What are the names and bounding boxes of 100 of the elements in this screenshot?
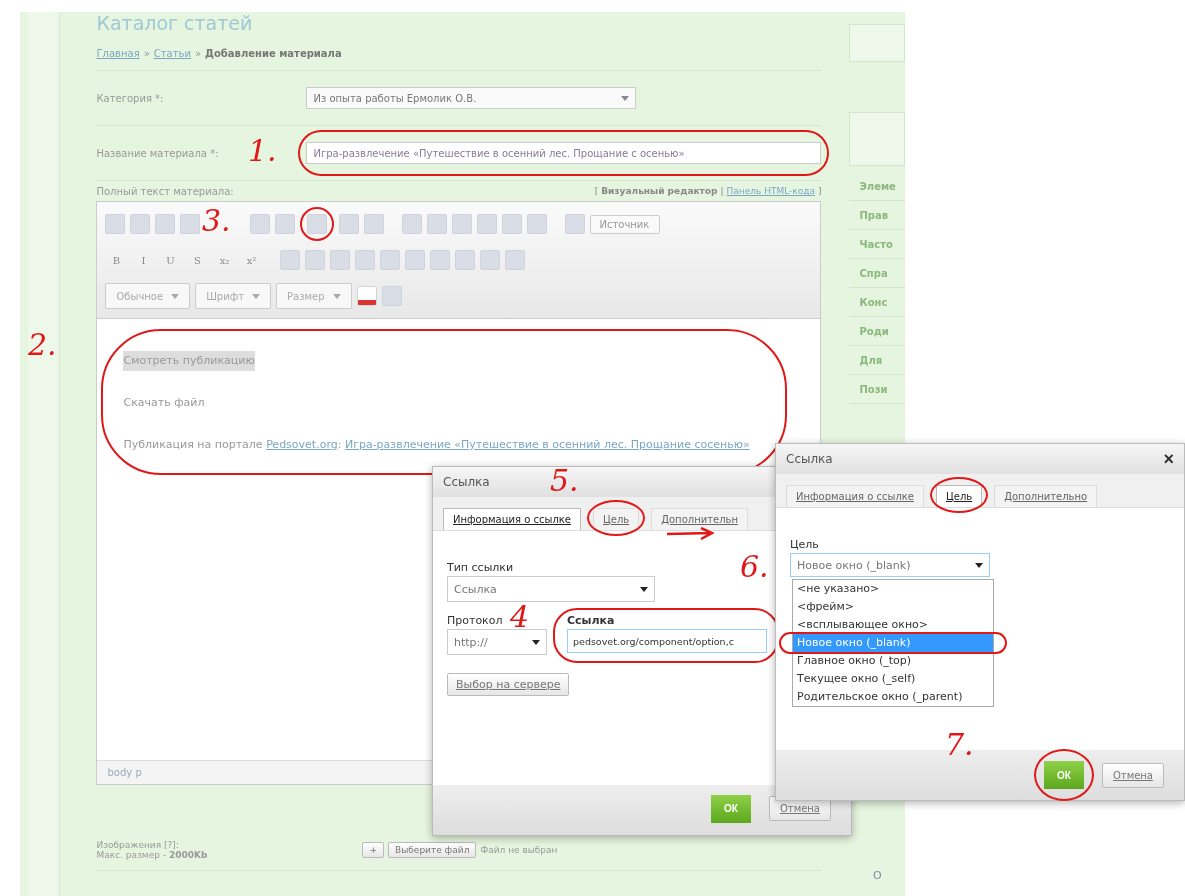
field-label: Тип ссылки (447, 561, 514, 574)
sidebar-link[interactable]: Для (849, 346, 905, 375)
toolbar-icon[interactable] (330, 250, 351, 270)
annotation-number: 6. (740, 552, 769, 582)
dropdown-option[interactable]: <всплывающее окно> (793, 616, 993, 634)
content-link[interactable]: осенью» (700, 435, 750, 455)
toolbar-icon[interactable] (339, 214, 360, 234)
link-type-select[interactable]: Ссылка (447, 576, 655, 602)
field-label: Цель (790, 538, 819, 551)
background-color-icon[interactable] (381, 286, 402, 306)
annotation-number: 3. (202, 206, 231, 236)
toolbar-icon[interactable] (452, 214, 473, 234)
toolbar-icon[interactable] (180, 214, 201, 234)
browse-server-button[interactable]: Выбор на сервере (447, 673, 570, 696)
toolbar-icon[interactable] (364, 214, 385, 234)
sidebar-link[interactable]: Элеме (849, 172, 905, 201)
dialog-tab[interactable]: Дополнительно (994, 485, 1098, 507)
toolbar-icon[interactable] (250, 214, 271, 234)
sidebar-link[interactable]: Роди (849, 317, 905, 346)
target-select[interactable]: Новое окно (_blank) (790, 553, 990, 577)
breadcrumb-current: Добавление материала (205, 48, 342, 59)
format-button[interactable]: x² (240, 249, 263, 271)
toolbar-icon[interactable] (305, 250, 326, 270)
cancel-button[interactable]: Отмена (1101, 762, 1164, 788)
category-select[interactable]: Из опыта работы Ермолик О.В. (306, 87, 637, 109)
annotation-loop (930, 477, 989, 513)
toolbar-icon[interactable] (280, 250, 301, 270)
text-color-icon[interactable] (356, 286, 377, 306)
content-link[interactable]: Pedsovet.org (266, 435, 338, 455)
style-dropdown[interactable]: Обычное (105, 283, 191, 309)
toolbar-icon[interactable] (430, 250, 451, 270)
toolbar-icon[interactable] (105, 214, 126, 234)
toolbar-icon[interactable] (480, 250, 501, 270)
format-button[interactable]: S (186, 249, 209, 271)
add-button[interactable]: + (362, 842, 384, 858)
source-button[interactable]: Источник (590, 214, 661, 234)
link-icon[interactable] (307, 214, 328, 234)
name-input[interactable]: Игра-развлечение «Путешествие в осенний лес. Прощание с осенью» (306, 142, 822, 164)
format-button[interactable]: I (132, 249, 155, 271)
category-label: Категория *: (96, 92, 164, 104)
toolbar-icon[interactable] (405, 250, 426, 270)
toolbar-icon[interactable] (130, 214, 151, 234)
breadcrumb-link[interactable]: Статьи (153, 48, 191, 59)
dropdown-option[interactable]: Главное окно (_top) (793, 652, 993, 670)
name-label: Название материала *: (96, 147, 219, 159)
sidebar-link[interactable]: Пози (849, 375, 905, 404)
toolbar-icon[interactable] (527, 214, 548, 234)
dialog-title: Ссылка (786, 452, 833, 466)
dropdown-option[interactable]: Родительское окно (_parent) (793, 688, 993, 706)
format-button[interactable]: B (105, 249, 128, 271)
sidebar-link[interactable]: Конс (849, 288, 905, 317)
divider-text: | (720, 186, 724, 196)
toolbar-icon[interactable] (380, 250, 401, 270)
annotation-number: 2. (28, 330, 57, 360)
dropdown-option[interactable]: Новое окно (_blank) (793, 634, 993, 652)
toolbar-icon[interactable] (355, 250, 376, 270)
sidebar-link[interactable]: Спра (849, 259, 905, 288)
maximize-icon[interactable] (565, 214, 586, 234)
toolbar-icon[interactable] (502, 214, 523, 234)
html-panel-link[interactable]: Панель HTML-кода (726, 186, 815, 196)
sidebar-heading: О (871, 869, 883, 882)
toolbar-icon[interactable] (427, 214, 448, 234)
dialog-title: Ссылка (443, 475, 490, 489)
toolbar-icon[interactable] (402, 214, 423, 234)
dialog-tab[interactable]: Информация о ссылке (786, 485, 924, 507)
toolbar-icon[interactable] (477, 214, 498, 234)
breadcrumb-link[interactable]: Главная (96, 48, 140, 59)
dialog-tab[interactable]: Цель (593, 508, 640, 530)
dialog-tab[interactable]: Дополнительн (651, 508, 748, 530)
toolbar-icon[interactable] (275, 214, 296, 234)
dropdown-option[interactable]: Текущее окно (_self) (793, 670, 993, 688)
toolbar-icon[interactable] (155, 214, 176, 234)
protocol-select[interactable]: http:// (447, 629, 547, 655)
style-dropdown[interactable]: Шрифт (195, 283, 272, 309)
sidebar-link[interactable]: Прав (849, 201, 905, 230)
sidebar-link[interactable]: Часто (849, 230, 905, 259)
bracket-text: ] (817, 186, 822, 196)
editor-paragraph: Смотреть публикацию (123, 351, 255, 371)
bracket-text: [ (594, 186, 599, 196)
url-input[interactable]: pedsovet.org/component/option,c (567, 629, 767, 653)
editor-paragraph: Скачать файл (123, 395, 206, 411)
caret-icon (621, 95, 630, 101)
toolbar-icon[interactable] (505, 250, 526, 270)
dropdown-option[interactable]: <не указано> (793, 580, 993, 598)
annotation-number: 7. (945, 730, 974, 760)
format-button[interactable]: x₂ (213, 249, 236, 271)
style-dropdown[interactable]: Размер (276, 283, 352, 309)
size-limit-text: Макс. размер - 2000Kb (96, 850, 209, 860)
close-button[interactable]: × (1163, 448, 1174, 470)
ok-button[interactable]: ОК (1043, 761, 1084, 789)
content-link[interactable]: Игра-развлечение «Путешествие в осенний лес. Прощание с (344, 435, 701, 455)
dialog-tab[interactable]: Информация о ссылке (443, 508, 581, 530)
dialog-tab[interactable]: Цель (936, 485, 983, 507)
format-button[interactable]: U (159, 249, 182, 271)
editor-mode-current: Визуальный редактор (601, 186, 718, 196)
dropdown-option[interactable]: <фрейм> (793, 598, 993, 616)
toolbar-icon[interactable] (455, 250, 476, 270)
annotation-arrow (665, 527, 715, 541)
choose-file-button[interactable]: Выберите файл (388, 842, 477, 858)
ok-button[interactable]: ОК (710, 794, 751, 823)
